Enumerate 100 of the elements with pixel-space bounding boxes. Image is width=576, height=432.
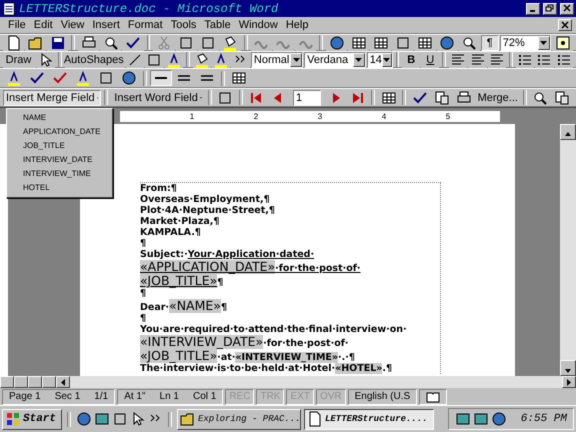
document-text: Market·Plaza,¶: [140, 216, 220, 227]
document-text: Dear·: [140, 302, 170, 313]
web-view-button[interactable]: [14, 376, 28, 388]
menu-item[interactable]: File: [4, 19, 30, 31]
menu-item[interactable]: Format: [124, 19, 167, 31]
browser-icon: [76, 411, 92, 427]
restore-button[interactable]: [543, 2, 557, 14]
document-text: Overseas·Employment,¶: [140, 194, 270, 205]
outline-view-button[interactable]: [42, 376, 56, 388]
document-text: ·.·¶: [338, 352, 355, 363]
font-combo[interactable]: Verdana: [304, 52, 366, 68]
document-text: You·are·required·to·attend·the·final·interview·on·: [140, 324, 407, 335]
merge-field: «HOTEL»: [335, 363, 382, 374]
document-icon: [307, 411, 323, 427]
merge-field: «INTERVIEW_DATE»: [140, 335, 264, 349]
style-combo[interactable]: Normal: [250, 52, 304, 68]
zoom-combo[interactable]: 72%: [500, 34, 551, 50]
menu-item[interactable]: Table: [200, 19, 235, 31]
normal-view-button[interactable]: [0, 376, 14, 388]
menu-item[interactable]: HOTEL: [7, 181, 112, 195]
menu-item[interactable]: View: [56, 19, 88, 31]
close-icon: [562, 4, 572, 13]
document-text: ¶: [140, 288, 146, 299]
justify-icon[interactable]: [488, 52, 506, 68]
dropdown-arrow-icon: [292, 58, 300, 62]
fill-color-icon[interactable]: [192, 52, 211, 68]
print-view-button[interactable]: [28, 376, 42, 388]
format-painter-icon[interactable]: [220, 34, 241, 50]
window-title: LETTERStructure.doc - Microsoft Word: [19, 2, 280, 16]
close-icon: [560, 20, 570, 30]
taskbar-button[interactable]: LETTERStructure....: [304, 408, 434, 430]
menu-item[interactable]: JOB_TITLE: [7, 139, 112, 153]
dropdown-arrow-icon: [355, 58, 362, 62]
document-text: .¶: [382, 363, 392, 374]
language-indicator: English (U.S: [348, 388, 418, 404]
show-marks-button[interactable]: ¶: [480, 34, 499, 50]
merge-field: «NAME»: [169, 299, 221, 313]
windows-logo-icon: [5, 411, 21, 427]
ruler-number: 1: [190, 112, 194, 120]
document-text: From:¶: [140, 183, 177, 194]
menu-item[interactable]: INTERVIEW_DATE: [7, 153, 112, 167]
scroll-up-button[interactable]: [560, 124, 576, 140]
menu-item[interactable]: Window: [234, 19, 282, 31]
dropdown-arrow-icon: [540, 40, 548, 44]
restore-icon: [545, 4, 555, 13]
close-button[interactable]: [560, 2, 574, 14]
scroll-right-button[interactable]: [562, 376, 576, 388]
cut-icon[interactable]: [153, 34, 175, 50]
save-icon[interactable]: [47, 34, 68, 50]
globe-icon[interactable]: [326, 34, 348, 50]
taskbar-button[interactable]: Exploring - PRAC...: [177, 408, 301, 430]
document-text: ·at·: [217, 352, 236, 363]
minimize-button[interactable]: [526, 2, 540, 14]
pointer-icon[interactable]: [36, 52, 56, 68]
font-size-combo[interactable]: 14: [366, 52, 393, 68]
document-text: ·for·the·post·of·: [263, 338, 348, 349]
page-count: 1/1: [94, 391, 108, 402]
document-text: Your·Application·dated·: [188, 249, 314, 260]
document-text: Plot·4A·Neptune·Street,¶: [140, 205, 275, 216]
book-icon: [426, 390, 440, 402]
document-text: ·for·the·post·of·: [275, 263, 360, 274]
dropdown-arrow-icon: [383, 58, 390, 62]
menu-item[interactable]: Help: [282, 19, 312, 31]
help-icon[interactable]: [552, 34, 574, 50]
start-button[interactable]: Start: [2, 408, 62, 430]
menu-item[interactable]: Tools: [166, 19, 200, 31]
clock: 6:55 PM: [520, 413, 567, 425]
menu-item[interactable]: APPLICATION_DATE: [7, 125, 112, 139]
close-document-button[interactable]: [558, 19, 572, 31]
menu-item[interactable]: INTERVIEW_TIME: [7, 167, 112, 181]
merge-field: «INTERVIEW_TIME»: [235, 352, 338, 363]
record-number-field[interactable]: 1: [293, 90, 322, 106]
insert-merge-field-button[interactable]: Insert Merge Field: [3, 90, 102, 106]
merge-field: «JOB_TITLE»: [140, 274, 218, 288]
scroll-left-button[interactable]: [56, 376, 70, 388]
align-left-icon[interactable]: [448, 52, 468, 68]
document-text: ¶: [220, 302, 227, 313]
document-text: ¶: [140, 238, 146, 249]
menu-item[interactable]: Edit: [30, 19, 57, 31]
line-indicator: Ln 1: [160, 391, 179, 402]
document-text: KAMPALA.¶: [140, 227, 201, 238]
page-indicator: Page 1: [9, 391, 41, 402]
document-text: ¶: [217, 277, 224, 288]
ruler-number: 3: [318, 112, 322, 120]
ruler-number: 4: [382, 112, 386, 120]
document-text: The·interview·is·to·be·held·at·Hotel·: [140, 363, 336, 374]
scroll-down-button[interactable]: [560, 360, 576, 376]
section-indicator: Sec 1: [54, 391, 80, 402]
merge-field: «APPLICATION_DATE»: [140, 260, 276, 274]
ruler-number: 2: [254, 112, 258, 120]
menu-item[interactable]: Insert: [88, 19, 124, 31]
document-text: ¶: [140, 313, 146, 324]
document-text: Subject:·: [140, 249, 188, 260]
menu-item[interactable]: NAME: [7, 111, 112, 125]
spelling-icon[interactable]: [122, 34, 144, 50]
print-icon[interactable]: [78, 34, 100, 50]
folder-icon: [180, 411, 196, 427]
column-indicator: Col 1: [193, 391, 216, 402]
globe-icon: [490, 411, 507, 427]
merge-field: «JOB_TITLE»: [140, 349, 218, 363]
